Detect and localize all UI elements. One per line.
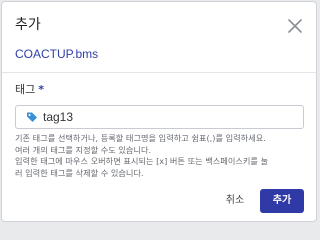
- tag-chip[interactable]: tag13: [43, 109, 73, 125]
- add-button[interactable]: 추가: [260, 189, 304, 213]
- help-line: 기존 태그를 선택하거나, 등록할 태그명을 입력하고 쉼표(,)를 입력하세요…: [15, 133, 266, 143]
- help-line: 러 입력한 태그를 삭제할 수 있습니다.: [15, 167, 144, 178]
- tag-icon: [27, 112, 37, 122]
- help-line: 여러 개의 태그를 지정할 수도 있습니다.: [15, 144, 152, 155]
- close-icon: [288, 19, 302, 33]
- header-divider: [2, 72, 316, 73]
- dialog-title: 추가: [15, 17, 41, 33]
- file-name: COACTUP.bms: [15, 47, 99, 61]
- help-text: 기존 태그를 선택하거나, 등록할 태그명을 입력하고 쉼표(,)를 입력하세요…: [15, 133, 315, 179]
- tag-field-label: 태그 *: [15, 82, 44, 98]
- close-button[interactable]: [285, 16, 305, 36]
- required-marker: *: [38, 83, 45, 96]
- cancel-button[interactable]: 취소: [215, 190, 255, 212]
- tag-input[interactable]: tag13: [15, 105, 304, 129]
- help-line: 입력한 태그에 마우스 오버하면 표시되는 [x] 버튼 또는 백스페이스키를 …: [15, 156, 269, 166]
- add-tag-dialog: 추가 COACTUP.bms 태그 * tag13 기존 태그를 선택하거나, 등…: [1, 1, 317, 222]
- tag-label-text: 태그: [15, 83, 36, 96]
